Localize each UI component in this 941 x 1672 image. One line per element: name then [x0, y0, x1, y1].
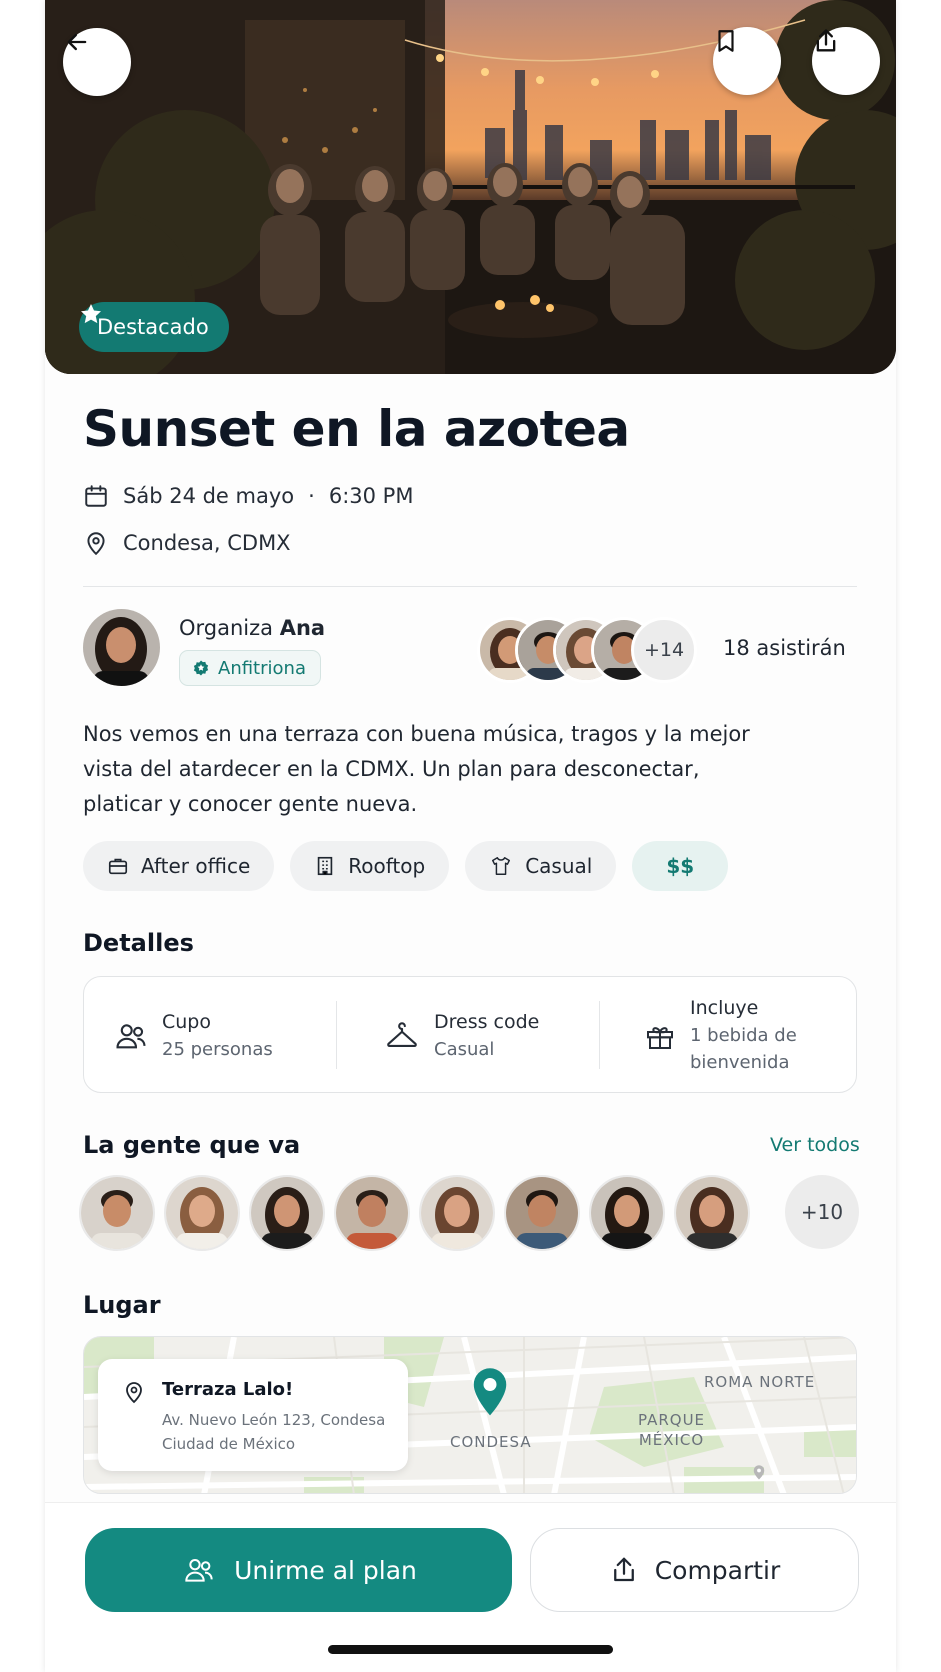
share-button[interactable]: Compartir	[530, 1528, 859, 1612]
detail-includes: Incluye 1 bebida de bienvenida	[644, 977, 797, 1094]
attendee-more-count[interactable]: +14	[631, 617, 697, 683]
detail-dress-code: Dress code Casual	[384, 977, 539, 1094]
host-name[interactable]: Ana	[280, 616, 325, 640]
map-view[interactable]: CONDESA ROMA NORTE PARQUE MÉXICO Terraza…	[83, 1336, 857, 1494]
venue-name: Terraza Lalo!	[162, 1379, 294, 1400]
share-icon	[613, 1557, 634, 1582]
host-prefix: Organiza	[179, 616, 274, 640]
host-badge-label: Anfitriona	[218, 657, 306, 679]
see-all-link[interactable]: Ver todos	[770, 1134, 860, 1156]
tag-chip-rooftop[interactable]: Rooftop	[290, 841, 450, 891]
people-heading: La gente que va	[83, 1131, 301, 1159]
map-label-roma-norte: ROMA NORTE	[704, 1373, 816, 1391]
person-avatar[interactable]	[589, 1175, 665, 1251]
location-pin-icon	[87, 532, 105, 556]
join-plan-button[interactable]: Unirme al plan	[85, 1528, 512, 1612]
host-line: Organiza Ana	[179, 616, 325, 640]
verified-icon	[193, 660, 209, 676]
event-description: Nos vemos en una terraza con buena músic…	[83, 722, 750, 816]
price-label: $$	[666, 854, 695, 878]
tag-chips: After office Rooftop Casual $$	[83, 841, 729, 891]
tag-chip-price[interactable]: $$	[632, 841, 729, 891]
bookmark-button[interactable]	[713, 27, 781, 95]
join-label: Unirme al plan	[234, 1555, 417, 1585]
separator	[336, 1001, 337, 1069]
date-separator: ·	[308, 484, 315, 508]
date-row: Sáb 24 de mayo · 6:30 PM	[83, 483, 413, 509]
detail-label: Dress code	[434, 1010, 540, 1033]
back-button[interactable]	[63, 28, 131, 96]
map-label-parque: PARQUE MÉXICO	[638, 1410, 705, 1450]
people-more-count[interactable]: +10	[785, 1175, 859, 1249]
detail-label: Incluye	[690, 997, 759, 1019]
briefcase-icon	[108, 858, 128, 875]
home-indicator	[328, 1645, 613, 1654]
person-avatar[interactable]	[504, 1175, 580, 1251]
share-label: Compartir	[654, 1555, 781, 1585]
shirt-icon	[492, 857, 511, 875]
divider	[83, 586, 857, 587]
attending-count: 18 asistirán	[723, 636, 846, 660]
detail-capacity: Cupo 25 personas	[114, 977, 273, 1094]
host-avatar[interactable]	[83, 609, 160, 686]
host-photo	[83, 609, 160, 686]
share-icon	[816, 29, 836, 52]
hanger-icon	[387, 1021, 417, 1047]
map-label-parque-line1: PARQUE	[638, 1411, 706, 1429]
map-label-condesa: CONDESA	[450, 1433, 532, 1451]
people-icon	[116, 1023, 146, 1048]
arrow-left-icon	[67, 33, 87, 51]
tag-label: After office	[141, 854, 251, 878]
gift-icon	[647, 1026, 673, 1049]
people-icon	[185, 1559, 213, 1582]
person-avatar[interactable]	[334, 1175, 410, 1251]
location-pin-icon	[126, 1382, 142, 1404]
map-pin-icon[interactable]	[470, 1365, 510, 1417]
event-location: Condesa, CDMX	[123, 531, 291, 555]
detail-value-line2: bienvenida	[690, 1052, 790, 1073]
featured-badge: Destacado	[79, 302, 229, 352]
map-label-parque-line2: MÉXICO	[638, 1431, 705, 1449]
person-avatar[interactable]	[79, 1175, 155, 1251]
detail-value: 25 personas	[162, 1038, 273, 1060]
event-title: Sunset en la azotea	[83, 400, 630, 458]
venue-card[interactable]: Terraza Lalo! Av. Nuevo León 123, Condes…	[98, 1359, 408, 1471]
tag-label: Rooftop	[348, 854, 426, 878]
separator	[599, 1001, 600, 1069]
calendar-icon	[85, 485, 107, 507]
detail-label: Cupo	[162, 1010, 211, 1033]
details-heading: Detalles	[83, 929, 194, 957]
person-avatar[interactable]	[249, 1175, 325, 1251]
event-date: Sáb 24 de mayo	[123, 484, 295, 508]
person-avatar[interactable]	[674, 1175, 750, 1251]
details-card: Cupo 25 personas Dress code Casual Inclu…	[83, 976, 857, 1093]
venue-address-line2: Ciudad de México	[162, 1435, 296, 1453]
featured-label: Destacado	[97, 315, 209, 339]
bookmark-icon	[718, 30, 734, 52]
building-icon	[318, 856, 333, 876]
host-badge: Anfitriona	[179, 650, 321, 686]
place-heading: Lugar	[83, 1291, 161, 1319]
person-avatar[interactable]	[164, 1175, 240, 1251]
detail-value-line1: 1 bebida de	[690, 1025, 797, 1046]
poi-icon	[753, 1465, 765, 1480]
location-row: Condesa, CDMX	[83, 530, 291, 556]
tag-chip-casual[interactable]: Casual	[465, 841, 617, 891]
tag-label: Casual	[525, 854, 593, 878]
tag-chip-after-office[interactable]: After office	[83, 841, 275, 891]
person-avatar[interactable]	[419, 1175, 495, 1251]
star-icon	[81, 304, 101, 324]
detail-value: Casual	[434, 1038, 495, 1060]
venue-address-line1: Av. Nuevo León 123, Condesa	[162, 1411, 386, 1429]
event-time: 6:30 PM	[328, 484, 414, 508]
share-top-button[interactable]	[812, 27, 880, 95]
hero-image: Destacado	[45, 0, 896, 374]
